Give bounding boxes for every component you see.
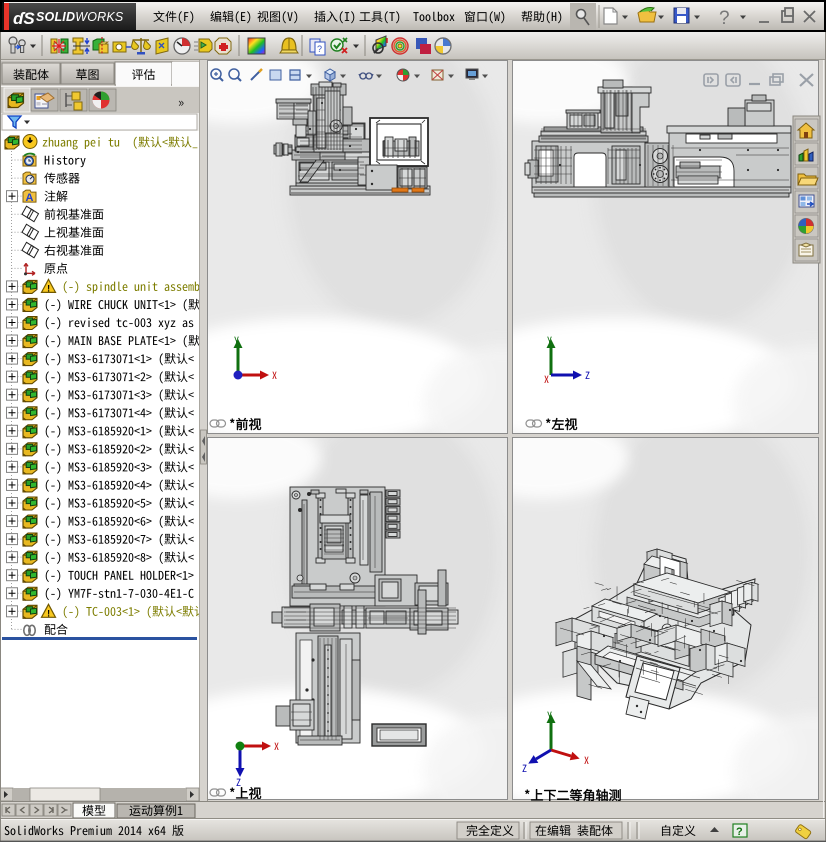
svg-text:SOLIDWORKS: SOLIDWORKS xyxy=(36,10,124,24)
svg-text:?: ? xyxy=(719,8,730,29)
svg-text:ɗS: ɗS xyxy=(13,9,35,28)
svg-text:!: ! xyxy=(47,608,50,618)
svg-text:!: ! xyxy=(47,283,50,293)
svg-text:?: ? xyxy=(317,44,322,54)
svg-text:A: A xyxy=(26,192,34,204)
svg-text:?: ? xyxy=(736,826,743,838)
